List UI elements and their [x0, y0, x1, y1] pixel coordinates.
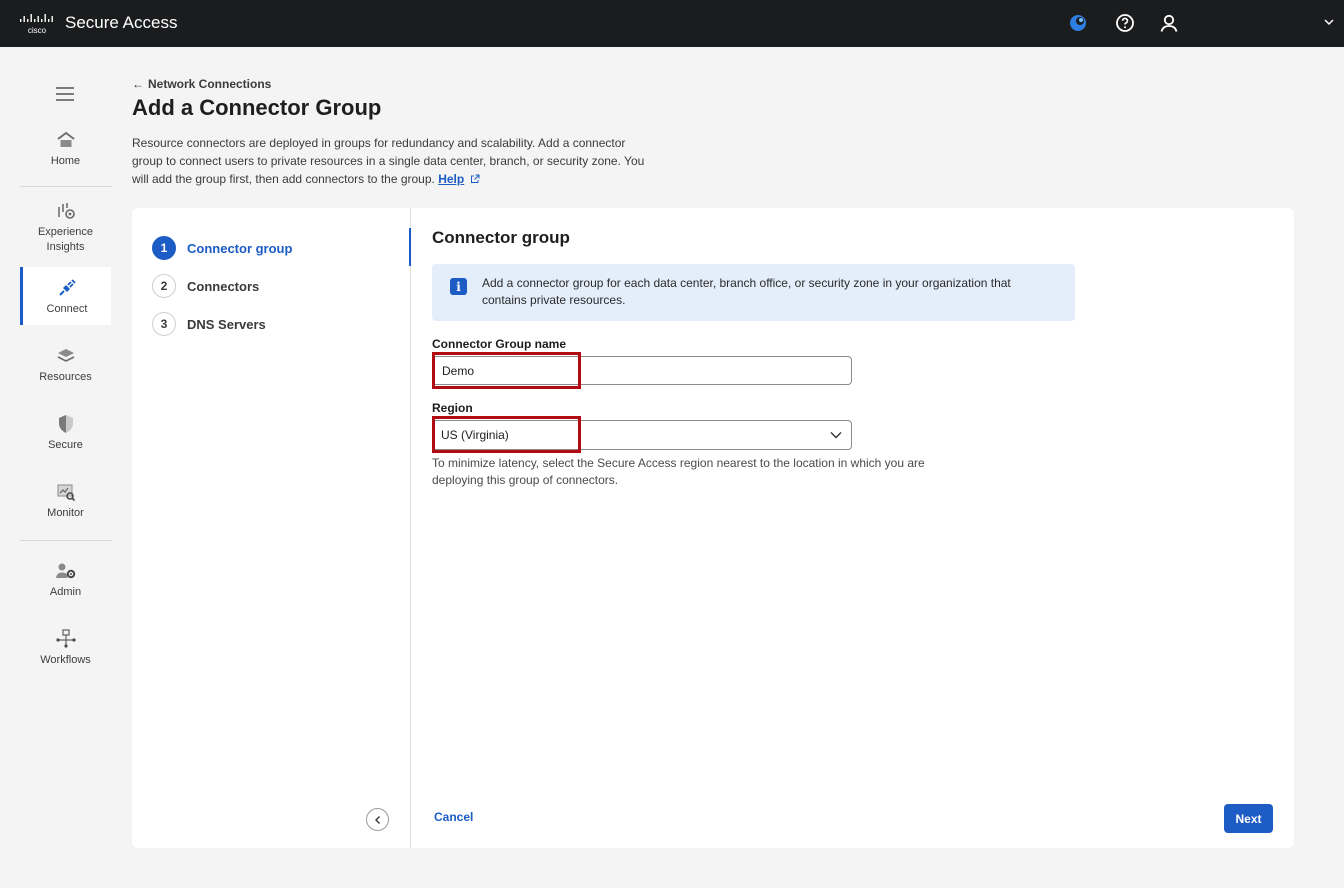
chevron-down-icon[interactable] [1322, 15, 1336, 29]
nav-item-secure[interactable]: Secure [20, 413, 111, 459]
nav-item-home[interactable]: Home [20, 129, 111, 175]
shield-icon [55, 413, 77, 435]
cisco-logo: cisco [20, 14, 53, 35]
region-select[interactable]: US (Virginia) [432, 420, 852, 450]
section-title: Connector group [432, 228, 570, 247]
step-dns-servers[interactable]: 3 DNS Servers [152, 312, 266, 336]
active-step-indicator [409, 228, 411, 266]
cancel-button[interactable]: Cancel [434, 810, 473, 824]
region-helper-text: To minimize latency, select the Secure A… [432, 456, 925, 487]
home-icon [55, 129, 77, 151]
collapse-panel-button[interactable] [366, 808, 389, 831]
wizard-card: 1 Connector group 2 Connectors 3 DNS Ser… [132, 208, 1294, 848]
nav-label-connect: Connect [46, 303, 88, 315]
info-icon: i [450, 278, 467, 295]
user-icon[interactable] [1158, 12, 1180, 34]
external-link-icon[interactable] [470, 174, 480, 184]
group-name-input[interactable] [432, 356, 852, 385]
arrow-left-icon: ← [132, 77, 144, 91]
menu-icon[interactable] [56, 87, 74, 101]
insights-icon [55, 201, 77, 221]
nav-divider [20, 186, 112, 187]
step-label: Connector group [187, 240, 293, 256]
resources-icon [55, 345, 77, 367]
page-title: Add a Connector Group [132, 95, 382, 120]
step-label: DNS Servers [187, 316, 266, 332]
nav-label-resources: Resources [39, 371, 92, 383]
info-banner: i Add a connector group for each data ce… [432, 264, 1075, 321]
nav-label-secure: Secure [48, 439, 83, 451]
nav-item-experience-insights[interactable]: Experience Insights [20, 201, 111, 255]
group-name-label: Connector Group name [432, 337, 567, 351]
breadcrumb-link[interactable]: Network Connections [148, 77, 271, 91]
nav-item-resources[interactable]: Resources [20, 345, 111, 391]
step-number: 2 [152, 274, 176, 298]
nav-item-workflows[interactable]: Workflows [20, 628, 111, 674]
app-title: Secure Access [65, 13, 178, 32]
step-number: 3 [152, 312, 176, 336]
nav-item-connect[interactable]: Connect [20, 267, 111, 325]
region-selected-value: US (Virginia) [441, 428, 509, 442]
description-text: Resource connectors are deployed in grou… [132, 136, 645, 186]
help-link[interactable]: Help [438, 172, 464, 186]
svg-text:cisco: cisco [28, 26, 47, 35]
chevron-left-icon [374, 815, 380, 824]
nav-item-admin[interactable]: Admin [20, 560, 111, 606]
nav-label-admin: Admin [49, 586, 82, 598]
admin-icon [55, 560, 77, 582]
connect-icon [56, 277, 78, 299]
nav-item-monitor[interactable]: Monitor [20, 481, 111, 527]
top-bar: cisco Secure Access [0, 0, 1344, 47]
step-label: Connectors [187, 278, 260, 294]
breadcrumb[interactable]: ← Network Connections [132, 77, 271, 91]
workflows-icon [55, 628, 77, 650]
info-text: Add a connector group for each data cent… [482, 276, 1011, 307]
nav-divider [20, 540, 112, 541]
nav-label-monitor: Monitor [47, 507, 84, 519]
nav-label-workflows: Workflows [40, 654, 91, 666]
chevron-down-icon [830, 432, 842, 439]
page-description: Resource connectors are deployed in grou… [132, 134, 652, 188]
status-icon[interactable] [1067, 12, 1089, 34]
nav-label-home: Home [50, 155, 81, 167]
next-button[interactable]: Next [1224, 804, 1273, 833]
step-connectors[interactable]: 2 Connectors [152, 274, 259, 298]
left-nav: Home Experience Insights Connect Resourc… [0, 47, 131, 888]
nav-label-experience-insights: Experience Insights [37, 226, 94, 253]
steps-panel: 1 Connector group 2 Connectors 3 DNS Ser… [132, 208, 411, 848]
form-area: Connector group i Add a connector group … [412, 208, 1294, 848]
help-icon[interactable] [1114, 12, 1136, 34]
region-label: Region [432, 401, 473, 415]
step-number: 1 [152, 236, 176, 260]
step-connector-group[interactable]: 1 Connector group [152, 236, 292, 260]
monitor-icon [55, 481, 77, 503]
